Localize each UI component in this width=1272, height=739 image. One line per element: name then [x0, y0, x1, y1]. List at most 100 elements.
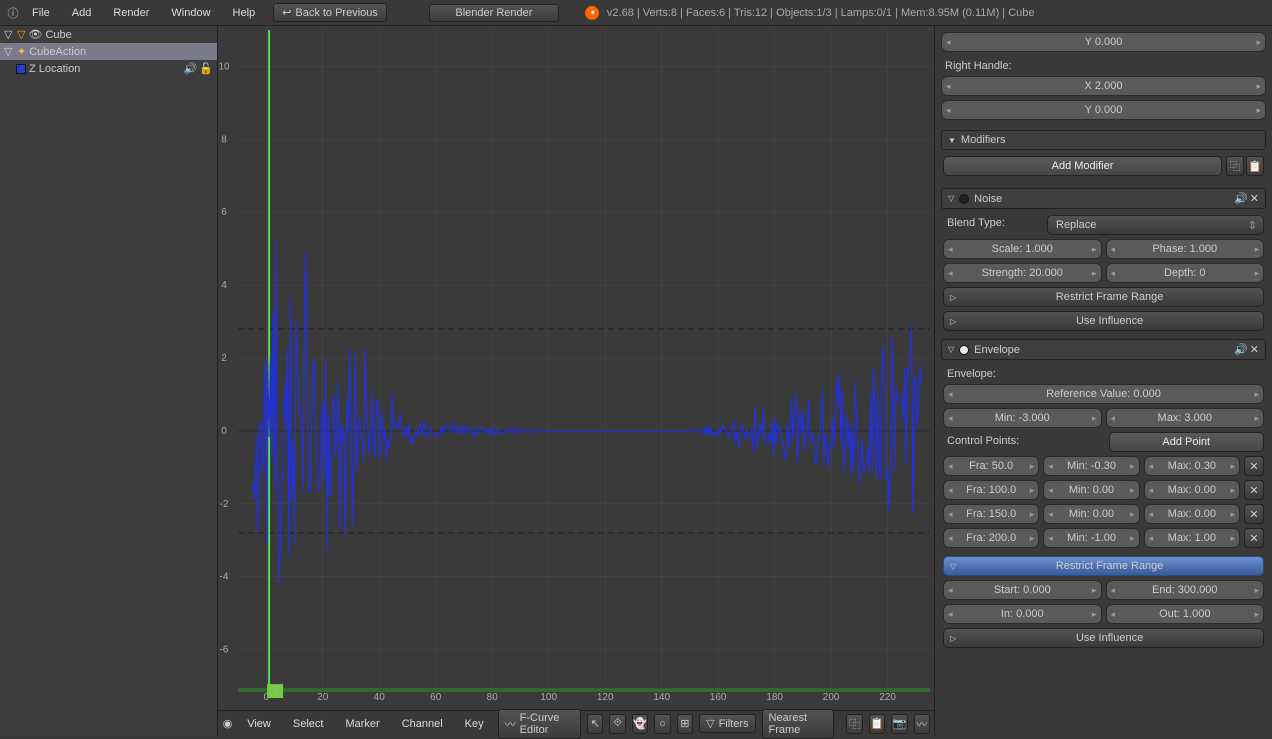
delete-cp-button[interactable]: ✕	[1244, 528, 1264, 548]
cp-max-field[interactable]: Max: 1.00	[1144, 528, 1240, 548]
info-editor-icon[interactable]: ⓘ	[6, 6, 20, 20]
svg-text:1: 1	[274, 687, 280, 698]
svg-text:20: 20	[317, 692, 329, 703]
top-menu-bar: ⓘ File Add Render Window Help ↩ Back to …	[0, 0, 1272, 26]
filters-button[interactable]: ▽ Filters	[699, 714, 755, 733]
noise-modifier-header[interactable]: ▽ Noise 🔊 ✕	[941, 188, 1266, 209]
delete-cp-button[interactable]: ✕	[1244, 456, 1264, 476]
outliner-object-row[interactable]: ▽ ▽ 👁 Cube	[0, 26, 217, 43]
strength-field[interactable]: Strength: 20.000	[943, 263, 1102, 283]
cp-min-field[interactable]: Min: -1.00	[1043, 528, 1139, 548]
cp-min-field[interactable]: Min: -0.30	[1043, 456, 1139, 476]
back-to-previous-button[interactable]: ↩ Back to Previous	[273, 3, 387, 22]
use-influence-noise[interactable]: ▷ Use Influence	[943, 311, 1264, 331]
close-icon[interactable]: ✕	[1250, 192, 1259, 205]
restrict-frame-range-noise[interactable]: ▷ Restrict Frame Range	[943, 287, 1264, 307]
menu-channel[interactable]: Channel	[394, 715, 451, 733]
properties-panel: Y 0.000 Right Handle: X 2.000 Y 0.000 ▼ …	[934, 26, 1272, 736]
editor-type-icon[interactable]: ◉	[222, 717, 233, 731]
menu-file[interactable]: File	[22, 4, 60, 22]
menu-key[interactable]: Key	[457, 715, 492, 733]
menu-add[interactable]: Add	[62, 4, 102, 22]
active-modifier-radio[interactable]	[959, 345, 969, 355]
svg-text:200: 200	[823, 692, 840, 703]
menu-marker[interactable]: Marker	[337, 715, 387, 733]
svg-text:0: 0	[221, 426, 227, 437]
ghost-curves-icon[interactable]: 〰	[914, 714, 930, 734]
cp-max-field[interactable]: Max: 0.00	[1144, 480, 1240, 500]
envelope-modifier-header[interactable]: ▽ Envelope 🔊 ✕	[941, 339, 1266, 360]
graph-canvas-area[interactable]: -6-4-20246810020406080100120140160180200…	[218, 26, 934, 710]
outliner-channel-row[interactable]: Z Location 🔊 🔓	[0, 60, 217, 77]
cp-frame-field[interactable]: Fra: 200.0	[943, 528, 1039, 548]
paste-icon[interactable]: 📋	[869, 714, 885, 734]
cursor-icon[interactable]: ↖	[587, 714, 603, 734]
menu-render[interactable]: Render	[103, 4, 159, 22]
envelope-title: Envelope	[974, 344, 1229, 356]
depth-field[interactable]: Depth: 0	[1106, 263, 1265, 283]
close-icon[interactable]: ✕	[1250, 343, 1259, 356]
snap-icon[interactable]: ⊞	[677, 714, 693, 734]
active-modifier-radio[interactable]	[959, 194, 969, 204]
svg-text:160: 160	[710, 692, 727, 703]
blend-type-dropdown[interactable]: Replace	[1047, 215, 1264, 235]
handle-y2-field[interactable]: Y 0.000	[941, 100, 1266, 120]
copy-modifiers-icon[interactable]: ⿻	[1226, 156, 1244, 176]
out-field[interactable]: Out: 1.000	[1106, 604, 1265, 624]
cp-frame-field[interactable]: Fra: 50.0	[943, 456, 1039, 476]
modifiers-panel-header[interactable]: ▼ Modifiers	[941, 130, 1266, 150]
handle-y-field[interactable]: Y 0.000	[941, 32, 1266, 52]
eye-icon[interactable]: 👁	[28, 28, 42, 41]
in-field[interactable]: In: 0.000	[943, 604, 1102, 624]
start-field[interactable]: Start: 0.000	[943, 580, 1102, 600]
menu-help[interactable]: Help	[223, 4, 266, 22]
editor-mode-dropdown[interactable]: 〰 F-Curve Editor	[498, 709, 581, 739]
outliner-action-row[interactable]: ▽ ✦ CubeAction	[0, 43, 217, 60]
cp-max-field[interactable]: Max: 0.00	[1144, 504, 1240, 524]
paste-modifiers-icon[interactable]: 📋	[1246, 156, 1264, 176]
copy-icon[interactable]: ⿻	[846, 714, 862, 734]
svg-text:8: 8	[221, 134, 227, 145]
cp-min-field[interactable]: Min: 0.00	[1043, 480, 1139, 500]
speaker-icon[interactable]: 🔊	[1234, 343, 1248, 356]
env-max-field[interactable]: Max: 3.000	[1106, 408, 1265, 428]
menu-window[interactable]: Window	[161, 4, 220, 22]
back-label: Back to Previous	[295, 7, 378, 19]
speaker-icon[interactable]: 🔊	[184, 62, 198, 75]
use-influence-envelope[interactable]: ▷ Use Influence	[943, 628, 1264, 648]
delete-cp-button[interactable]: ✕	[1244, 480, 1264, 500]
add-modifier-button[interactable]: Add Modifier	[943, 156, 1222, 176]
delete-cp-button[interactable]: ✕	[1244, 504, 1264, 524]
reference-value-field[interactable]: Reference Value: 0.000	[943, 384, 1264, 404]
svg-text:2: 2	[221, 353, 227, 364]
render-engine-dropdown[interactable]: Blender Render	[429, 4, 559, 22]
svg-text:-4: -4	[220, 572, 229, 583]
menu-select[interactable]: Select	[285, 715, 332, 733]
end-field[interactable]: End: 300.000	[1106, 580, 1265, 600]
add-point-button[interactable]: Add Point	[1109, 432, 1265, 452]
svg-text:80: 80	[487, 692, 499, 703]
graph-editor: -6-4-20246810020406080100120140160180200…	[218, 26, 934, 736]
cp-frame-field[interactable]: Fra: 150.0	[943, 504, 1039, 524]
snap-mode-dropdown[interactable]: Nearest Frame	[762, 709, 835, 739]
cp-frame-field[interactable]: Fra: 100.0	[943, 480, 1039, 500]
cp-max-field[interactable]: Max: 0.30	[1144, 456, 1240, 476]
phase-field[interactable]: Phase: 1.000	[1106, 239, 1265, 259]
svg-text:120: 120	[597, 692, 614, 703]
restrict-frame-range-envelope[interactable]: ▽ Restrict Frame Range	[943, 556, 1264, 576]
channel-color-swatch	[16, 64, 26, 74]
cp-min-field[interactable]: Min: 0.00	[1043, 504, 1139, 524]
lock-icon[interactable]: 🔓	[199, 62, 213, 75]
ghost-icon[interactable]: 👻	[632, 714, 648, 734]
speaker-icon[interactable]: 🔊	[1234, 192, 1248, 205]
snapshot-icon[interactable]: 📷	[891, 714, 907, 734]
handle-x2-field[interactable]: X 2.000	[941, 76, 1266, 96]
graph-editor-header: ◉ View Select Marker Channel Key 〰 F-Cur…	[218, 710, 934, 736]
env-min-field[interactable]: Min: -3.000	[943, 408, 1102, 428]
menu-view[interactable]: View	[239, 715, 279, 733]
scale-field[interactable]: Scale: 1.000	[943, 239, 1102, 259]
handles-icon[interactable]: ○	[654, 714, 670, 734]
triangle-down-icon: ▽	[948, 194, 954, 203]
normalize-icon[interactable]: ⟐	[609, 714, 625, 734]
scene-stats: v2.68 | Verts:8 | Faces:6 | Tris:12 | Ob…	[607, 7, 1035, 19]
